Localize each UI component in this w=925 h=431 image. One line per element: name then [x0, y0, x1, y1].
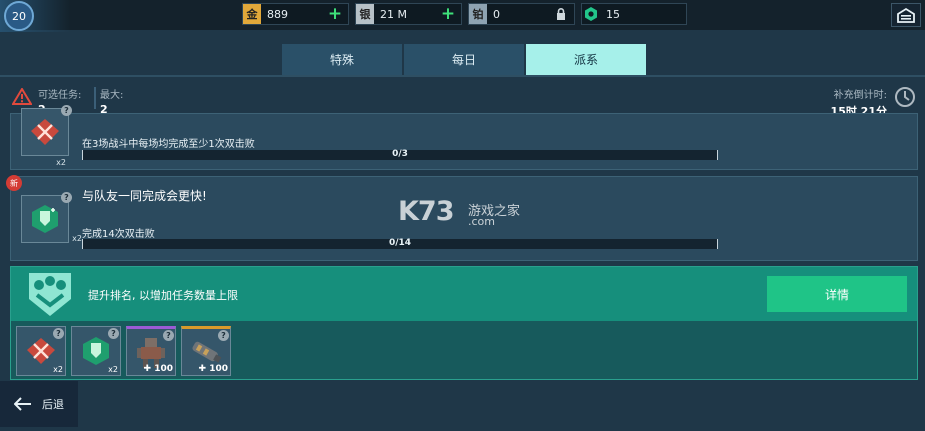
- max-quests: 最大: 2: [100, 86, 123, 116]
- key-amount: 15: [606, 7, 620, 21]
- crossed-swords-icon: ? x2: [21, 105, 72, 167]
- rank-panel: 提升排名, 以增加任务数量上限 详情 ? x2 ? x2 ? ✚ 100 ? ✚…: [10, 266, 918, 380]
- details-button[interactable]: 详情: [767, 276, 907, 312]
- silver-coin-icon: 银: [356, 4, 374, 24]
- max-quests-label: 最大:: [100, 90, 124, 101]
- new-badge: 新: [6, 175, 22, 191]
- back-button[interactable]: 后退: [0, 381, 78, 427]
- silver-currency: 银 21 M +: [355, 3, 462, 25]
- reward-item[interactable]: ? ✚ 100: [181, 326, 231, 376]
- tab-faction[interactable]: 派系: [526, 44, 646, 75]
- reward-amount: ✚ 100: [143, 364, 173, 374]
- quest-multiplier: x2: [56, 158, 66, 167]
- quest-tabs: 特殊 每日 派系: [282, 44, 646, 75]
- available-quests-label: 可选任务:: [38, 90, 82, 101]
- reward-label: 100: [154, 364, 173, 374]
- watermark: K73 游戏之家 .com: [398, 196, 520, 228]
- quest-progress-bar: 0/3: [82, 149, 718, 160]
- silver-amount: 21 M: [380, 7, 407, 21]
- shield-icon: ? x2: [21, 192, 82, 243]
- quest-title: 与队友一同完成会更快!: [82, 189, 207, 203]
- shield-icon: [83, 337, 109, 365]
- reward-item[interactable]: ? ✚ 100: [126, 326, 176, 376]
- gold-currency: 金 889 +: [242, 3, 349, 25]
- reward-amount: ✚ 100: [198, 364, 228, 374]
- refill-timer-label: 补充倒计时:: [833, 90, 887, 101]
- quest-progress-text: 0/3: [392, 149, 408, 159]
- lock-icon[interactable]: [552, 8, 570, 20]
- tab-divider: [0, 75, 925, 77]
- reward-label: 100: [209, 364, 228, 374]
- platinum-amount: 0: [493, 7, 500, 21]
- quest-progress-bar: 0/14: [82, 238, 718, 249]
- warning-icon: [11, 87, 33, 109]
- quest-card[interactable]: ? x2 在3场战斗中每场均完成至少1次双击败 0/3: [10, 105, 918, 170]
- arrow-left-icon: [14, 397, 31, 411]
- gold-amount: 889: [267, 7, 288, 21]
- weapon-icon: [192, 341, 222, 363]
- tab-daily[interactable]: 每日: [404, 44, 524, 75]
- watermark-domain: .com: [468, 215, 495, 228]
- info-icon[interactable]: ?: [108, 328, 119, 339]
- info-icon[interactable]: ?: [163, 330, 174, 341]
- hangar-icon: [897, 7, 915, 23]
- reward-label: x2: [53, 365, 63, 374]
- key-icon: [582, 4, 600, 24]
- rank-rewards: ? x2 ? x2 ? ✚ 100 ? ✚ 100: [11, 321, 917, 379]
- top-bar: 20 金 889 + 银 21 M + 铂 0 15: [0, 0, 925, 32]
- player-level-badge[interactable]: 20: [4, 1, 34, 31]
- faction-emblem-icon: [25, 271, 75, 321]
- info-icon[interactable]: ?: [61, 192, 72, 203]
- reward-item[interactable]: ? x2: [16, 326, 66, 376]
- add-silver-button[interactable]: +: [439, 5, 457, 23]
- player-level: 20: [12, 9, 26, 23]
- info-icon[interactable]: ?: [53, 328, 64, 339]
- rank-message: 提升排名, 以增加任务数量上限: [88, 289, 238, 302]
- info-icon[interactable]: ?: [218, 330, 229, 341]
- crossed-swords-icon: [27, 338, 55, 364]
- platinum-icon: 铂: [469, 4, 487, 24]
- tab-special[interactable]: 特殊: [282, 44, 402, 75]
- info-divider: [94, 87, 96, 109]
- gold-coin-icon: 金: [243, 4, 261, 24]
- clock-icon: [894, 86, 916, 112]
- platinum-currency: 铂 0: [468, 3, 575, 25]
- back-label: 后退: [42, 398, 64, 411]
- rank-header: 提升排名, 以增加任务数量上限 详情: [11, 267, 917, 321]
- quest-description: 在3场战斗中每场均完成至少1次双击败: [82, 139, 255, 150]
- quest-progress-text: 0/14: [388, 238, 412, 248]
- add-gold-button[interactable]: +: [326, 5, 344, 23]
- reward-label: x2: [108, 365, 118, 374]
- hangar-button[interactable]: [891, 3, 921, 27]
- quest-multiplier: x2: [72, 234, 82, 243]
- reward-item[interactable]: ? x2: [71, 326, 121, 376]
- quest-card[interactable]: ? x2 与队友一同完成会更快! 完成14次双击败 0/14: [10, 176, 918, 261]
- watermark-logo: K73: [398, 196, 454, 227]
- info-icon[interactable]: ?: [61, 105, 72, 116]
- key-currency: 15: [581, 3, 687, 25]
